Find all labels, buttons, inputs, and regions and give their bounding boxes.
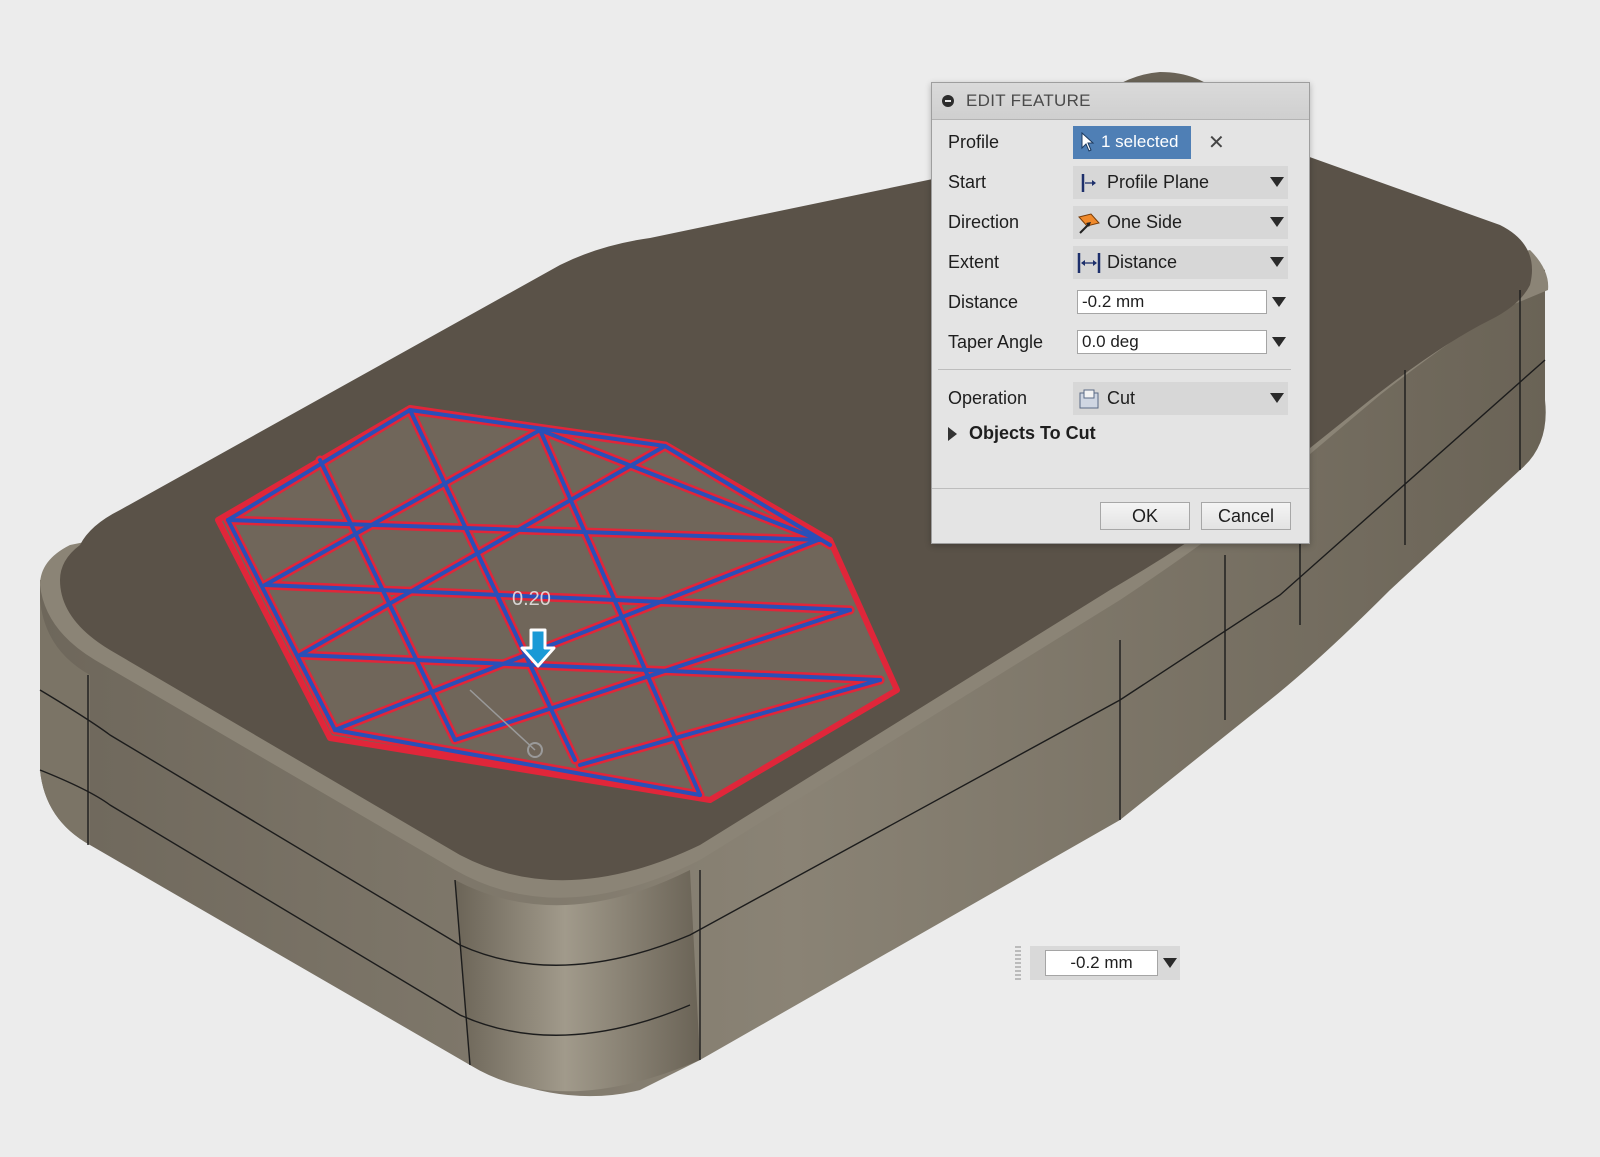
operation-row: Operation Cut — [932, 380, 1309, 416]
extent-row: Extent Distance — [932, 244, 1309, 280]
objects-to-cut-label: Objects To Cut — [969, 423, 1096, 443]
taper-angle-field[interactable] — [1077, 330, 1267, 354]
operation-dropdown[interactable]: Cut — [1073, 382, 1288, 415]
dropdown-arrow-icon[interactable] — [1272, 297, 1286, 307]
floating-distance-input — [1030, 946, 1180, 980]
direction-value: One Side — [1107, 212, 1183, 232]
viewport-3d[interactable] — [0, 0, 1600, 1157]
profile-selection-button[interactable]: 1 selected — [1073, 125, 1191, 159]
cut-icon — [1077, 387, 1101, 411]
distance-row: Distance — [932, 284, 1309, 320]
start-dropdown[interactable]: Profile Plane — [1073, 166, 1288, 199]
profile-label: Profile — [948, 131, 1000, 152]
edit-feature-dialog: EDIT FEATURE Profile 1 selected ✕ Start … — [931, 82, 1310, 544]
profile-row: Profile 1 selected ✕ — [932, 124, 1309, 160]
dropdown-arrow-icon — [1270, 217, 1284, 227]
dropdown-arrow-icon[interactable] — [1272, 337, 1286, 347]
taper-angle-label: Taper Angle — [948, 331, 1044, 352]
floating-distance-field[interactable] — [1045, 950, 1158, 976]
floating-input-grip[interactable] — [1015, 946, 1021, 980]
dialog-title-bar[interactable]: EDIT FEATURE — [932, 83, 1309, 120]
collapse-icon[interactable] — [942, 95, 954, 107]
dialog-title: EDIT FEATURE — [966, 91, 1091, 110]
cancel-button[interactable]: Cancel — [1201, 502, 1291, 530]
divider — [938, 369, 1291, 370]
direction-dropdown[interactable]: One Side — [1073, 206, 1288, 239]
dropdown-arrow-icon — [1270, 393, 1284, 403]
extent-label: Extent — [948, 251, 1000, 272]
objects-to-cut-toggle[interactable]: Objects To Cut — [948, 423, 1096, 444]
extent-value: Distance — [1107, 252, 1178, 272]
distance-label: Distance — [948, 291, 1019, 312]
start-label: Start — [948, 171, 987, 192]
taper-angle-row: Taper Angle — [932, 324, 1309, 360]
dimension-label: 0.20 — [512, 588, 551, 610]
ok-button[interactable]: OK — [1100, 502, 1190, 530]
distance-extent-icon — [1077, 251, 1101, 275]
start-row: Start Profile Plane — [932, 164, 1309, 200]
distance-field[interactable] — [1077, 290, 1267, 314]
dropdown-arrow-icon — [1270, 257, 1284, 267]
one-side-icon — [1077, 211, 1101, 235]
extent-dropdown[interactable]: Distance — [1073, 246, 1288, 279]
operation-value: Cut — [1107, 388, 1136, 408]
direction-label: Direction — [948, 211, 1020, 232]
profile-plane-icon — [1077, 171, 1101, 195]
expand-triangle-icon — [948, 426, 957, 441]
dropdown-arrow-icon — [1270, 177, 1284, 187]
profile-selection-label: 1 selected — [1101, 132, 1179, 151]
clear-selection-button[interactable]: ✕ — [1208, 130, 1225, 155]
dialog-footer: OK Cancel — [932, 488, 1309, 544]
start-value: Profile Plane — [1107, 172, 1210, 192]
cursor-icon — [1081, 132, 1095, 152]
operation-label: Operation — [948, 387, 1028, 408]
direction-row: Direction One Side — [932, 204, 1309, 240]
dropdown-arrow-icon[interactable] — [1163, 958, 1177, 968]
